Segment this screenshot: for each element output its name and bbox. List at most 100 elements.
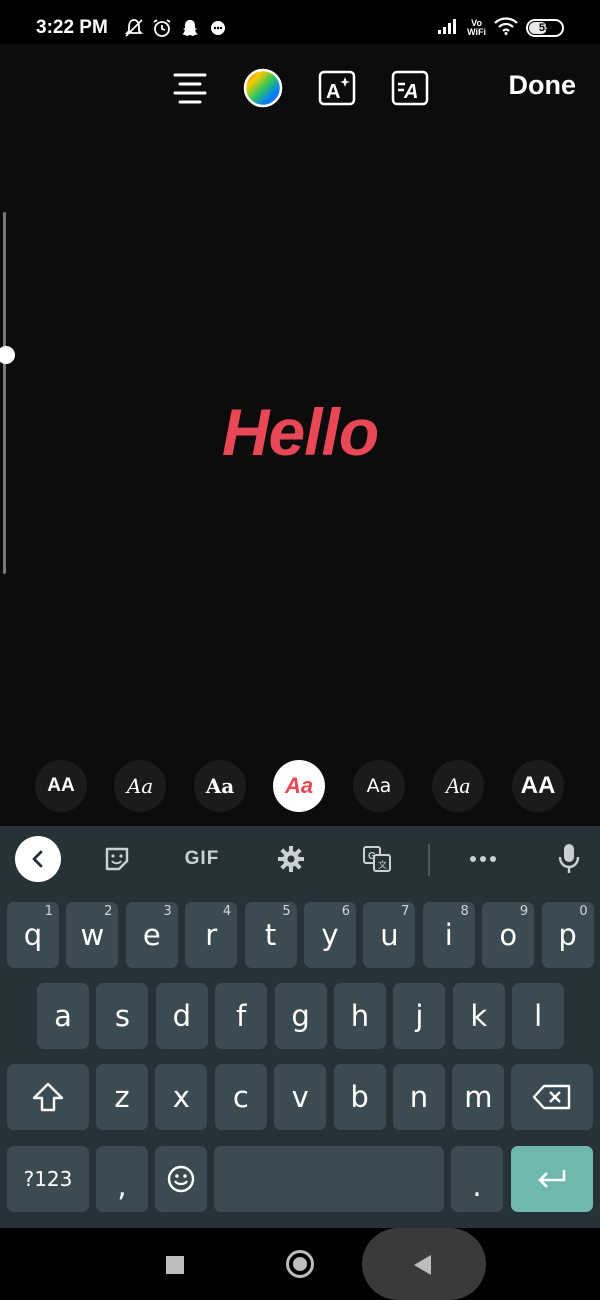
translate-icon[interactable]: G文 [362,838,392,880]
more-icon[interactable] [468,838,498,880]
svg-text:A: A [403,81,418,103]
key-g[interactable]: g [274,983,327,1049]
mute-icon [124,18,144,38]
svg-text:A: A [326,81,340,103]
story-editor-canvas[interactable]: A A Done Hello AA Aa Aa Aa Aa Aa AA [0,44,600,826]
battery-icon: 55 [526,19,564,37]
key-hint: 9 [519,904,529,919]
key-label: w [80,918,105,952]
key-label: t [264,918,277,952]
space-key[interactable] [214,1146,444,1212]
key-label: u [380,918,399,952]
key-x[interactable]: x [155,1064,208,1130]
key-label: p [558,918,577,952]
vowifi-icon: Vo WiFi [467,19,486,37]
mic-icon[interactable] [555,838,583,880]
key-hint: 0 [579,904,588,919]
shift-key[interactable] [7,1064,89,1130]
key-z[interactable]: z [96,1064,148,1130]
key-o[interactable]: o9 [482,902,535,968]
key-k[interactable]: k [452,983,505,1049]
key-p[interactable]: p0 [541,902,594,968]
snapchat-icon [180,18,200,38]
key-s[interactable]: s [96,983,149,1049]
svg-text:文: 文 [378,859,387,871]
system-icons: Vo WiFi 55 [437,17,564,39]
key-v[interactable]: v [274,1064,327,1130]
text-size-slider-knob[interactable] [0,345,15,364]
enter-key[interactable] [511,1146,593,1212]
navigation-bar [0,1228,600,1300]
comma-key[interactable]: , [96,1146,148,1212]
message-icon [208,18,228,38]
key-hint: 1 [44,904,53,919]
text-animation-icon[interactable]: A [390,68,430,108]
sticker-icon[interactable] [102,838,132,880]
key-hint: 3 [163,904,172,919]
key-f[interactable]: f [215,983,268,1049]
svg-text:G: G [368,851,376,862]
key-c[interactable]: c [214,1064,267,1130]
font-style-picker: AA Aa Aa Aa Aa Aa AA [0,760,600,812]
period-key[interactable]: . [451,1146,503,1212]
home-button[interactable] [286,1250,314,1278]
key-a[interactable]: a [37,983,89,1049]
key-j[interactable]: j [393,983,446,1049]
key-l[interactable]: l [512,983,565,1049]
key-n[interactable]: n [393,1064,445,1130]
key-w[interactable]: w2 [66,902,119,968]
battery-level: 55 [538,22,552,34]
font-option-7[interactable]: AA [512,760,564,812]
font-option-5[interactable]: Aa [353,760,405,812]
backspace-icon [532,1084,571,1110]
story-text[interactable]: Hello [0,394,600,470]
soft-keyboard: GIF G文 q1w2e3r4t5y6u7i8o9p0asdfghjklzxcv… [0,826,600,1228]
notification-icons [124,18,228,38]
key-hint: 4 [222,904,232,919]
font-option-6[interactable]: Aa [432,760,484,812]
key-label: y [321,918,339,952]
key-label: r [205,918,218,952]
key-e[interactable]: e3 [125,902,178,968]
home-icon [293,1257,307,1271]
chevron-left-icon[interactable] [15,836,61,882]
font-option-1[interactable]: AA [35,760,87,812]
text-toolbar: A A Done [0,68,600,108]
done-button[interactable]: Done [509,70,577,101]
key-label: i [444,918,453,952]
key-t[interactable]: t5 [244,902,297,968]
vowifi-bottom: WiFi [467,27,486,37]
color-wheel-icon[interactable] [243,68,283,108]
wifi-icon [494,17,518,39]
font-option-2[interactable]: Aa [114,760,166,812]
gear-icon[interactable] [276,838,306,880]
key-r[interactable]: r4 [185,902,238,968]
align-center-icon[interactable] [170,68,210,108]
key-y[interactable]: y6 [304,902,356,968]
enter-icon [538,1170,566,1188]
recents-button[interactable] [166,1256,184,1274]
symbols-key[interactable]: ?123 [7,1146,89,1212]
key-hint: 2 [104,904,113,919]
back-button[interactable] [414,1255,431,1275]
font-option-3[interactable]: Aa [194,760,246,812]
key-u[interactable]: u7 [363,902,416,968]
text-effects-icon[interactable]: A [317,68,357,108]
gif-button[interactable]: GIF [180,838,224,880]
key-b[interactable]: b [333,1064,386,1130]
key-i[interactable]: i8 [422,902,475,968]
emoji-icon [167,1165,195,1193]
keyboard-toolbar: GIF G文 [0,826,600,892]
alarm-icon [152,18,172,38]
key-label: o [499,918,518,952]
text-size-slider[interactable] [0,212,15,574]
key-m[interactable]: m [452,1064,505,1130]
key-q[interactable]: q1 [7,902,59,968]
key-d[interactable]: d [155,983,208,1049]
font-option-4[interactable]: Aa [273,760,325,812]
backspace-key[interactable] [511,1064,593,1130]
key-hint: 6 [341,904,350,919]
status-time: 3:22 PM [36,17,108,38]
emoji-key[interactable] [155,1146,207,1212]
key-h[interactable]: h [334,983,386,1049]
